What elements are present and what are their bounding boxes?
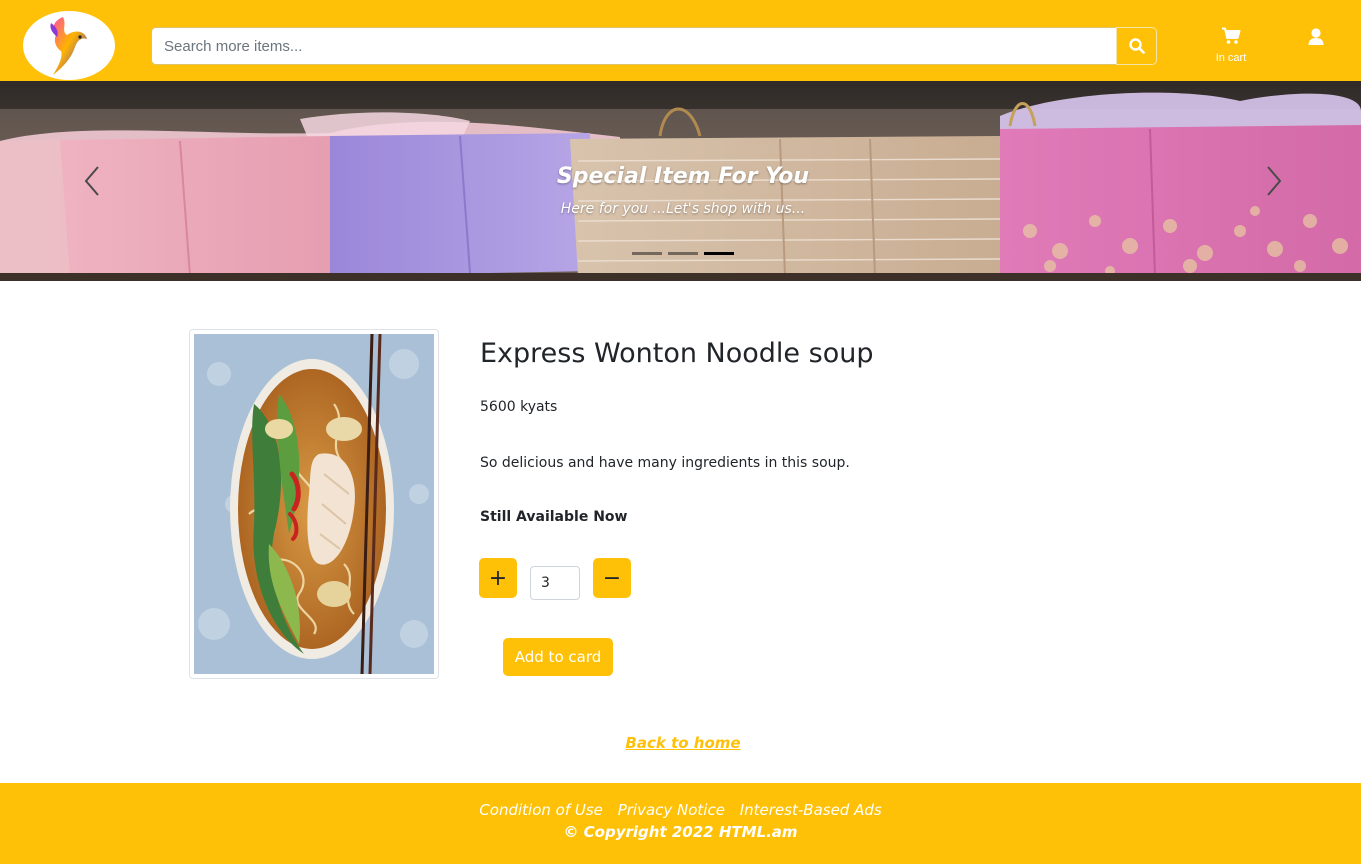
logo[interactable] (23, 11, 115, 80)
back-to-home-link[interactable]: Back to home (625, 734, 740, 752)
product-image-frame (189, 329, 439, 679)
carousel-indicator-3[interactable] (704, 252, 734, 255)
user-account-button[interactable] (1305, 27, 1327, 49)
quantity-input[interactable] (530, 566, 580, 600)
search-button[interactable] (1116, 27, 1157, 65)
header: In cart (0, 0, 1361, 81)
carousel-title: Special Item For You (556, 164, 810, 189)
add-to-cart-button[interactable]: Add to card (503, 638, 613, 676)
product-title: Express Wonton Noodle soup (480, 338, 874, 369)
decrease-quantity-button[interactable]: − (593, 558, 631, 598)
footer-link-condition-of-use[interactable]: Condition of Use (479, 801, 603, 819)
back-link-container: Back to home (0, 733, 1361, 752)
user-icon (1308, 28, 1324, 45)
availability-status: Still Available Now (480, 509, 628, 525)
footer-link-interest-based-ads[interactable]: Interest-Based Ads (740, 801, 882, 819)
footer-links: Condition of Use Privacy Notice Interest… (0, 801, 1361, 819)
footer-link-privacy-notice[interactable]: Privacy Notice (618, 801, 725, 819)
hero-carousel: Special Item For You Here for you ...Let… (0, 81, 1361, 281)
increase-quantity-button[interactable]: + (479, 558, 517, 598)
product-description: So delicious and have many ingredients i… (480, 455, 850, 471)
copyright-text: © Copyright 2022 HTML.am (563, 823, 798, 841)
carousel-subtitle: Here for you ...Let's shop with us... (560, 201, 806, 217)
carousel-indicator-1[interactable] (632, 252, 662, 255)
cart-label: In cart (1215, 52, 1247, 64)
search-bar (151, 27, 1157, 65)
carousel-indicators (632, 252, 734, 256)
product-price: 5600 kyats (480, 399, 558, 415)
shopping-cart-icon (1222, 27, 1241, 44)
product-image (194, 333, 434, 675)
footer: Condition of Use Privacy Notice Interest… (0, 783, 1361, 864)
search-icon (1128, 38, 1145, 54)
cart-button[interactable]: In cart (1208, 27, 1254, 67)
search-input[interactable] (151, 27, 1117, 65)
carousel-caption: Special Item For You Here for you ...Let… (0, 164, 1361, 217)
carousel-indicator-2[interactable] (668, 252, 698, 255)
hummingbird-logo-icon (50, 17, 87, 75)
